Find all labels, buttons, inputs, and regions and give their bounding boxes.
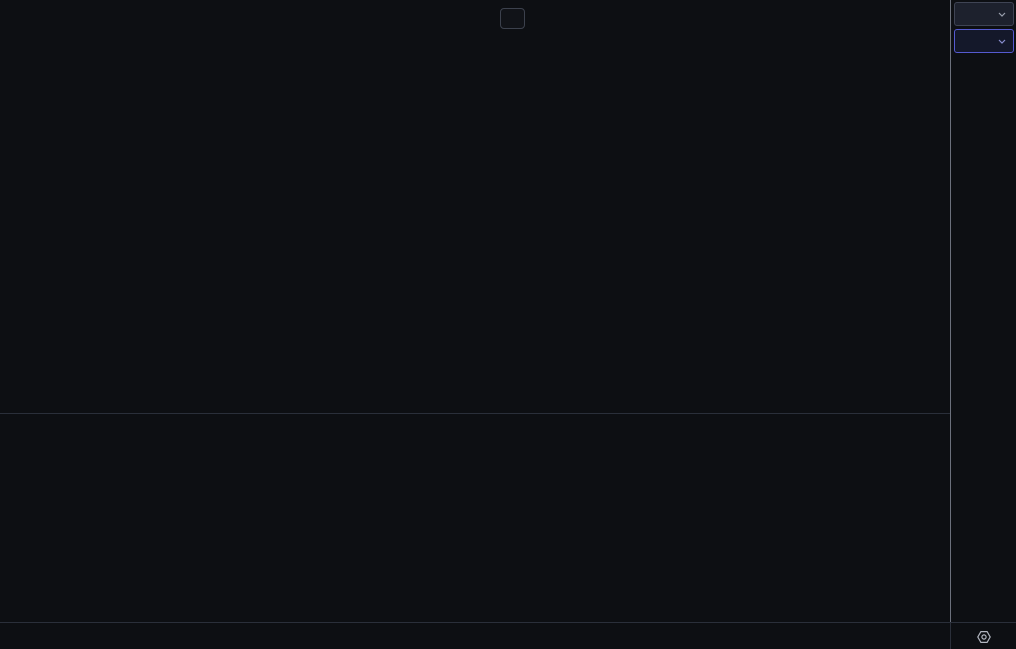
collapse-legend-button[interactable] <box>500 8 525 29</box>
chevron-down-icon <box>998 39 1006 44</box>
gear-icon <box>977 630 991 643</box>
trading-chart-app <box>0 0 1016 649</box>
bollinger-legend[interactable] <box>539 0 575 28</box>
chevron-down-icon <box>998 12 1006 17</box>
pane-divider[interactable] <box>0 413 1016 414</box>
price-axis[interactable] <box>950 0 1016 622</box>
chart-toolbar <box>0 0 960 28</box>
currency-dropdown[interactable] <box>954 2 1014 26</box>
price-chart-canvas[interactable] <box>0 28 950 414</box>
unit-dropdown[interactable] <box>954 29 1014 53</box>
axis-settings-corner[interactable] <box>950 622 1016 649</box>
time-axis[interactable] <box>0 622 950 649</box>
macd-chart-canvas[interactable] <box>0 414 950 622</box>
